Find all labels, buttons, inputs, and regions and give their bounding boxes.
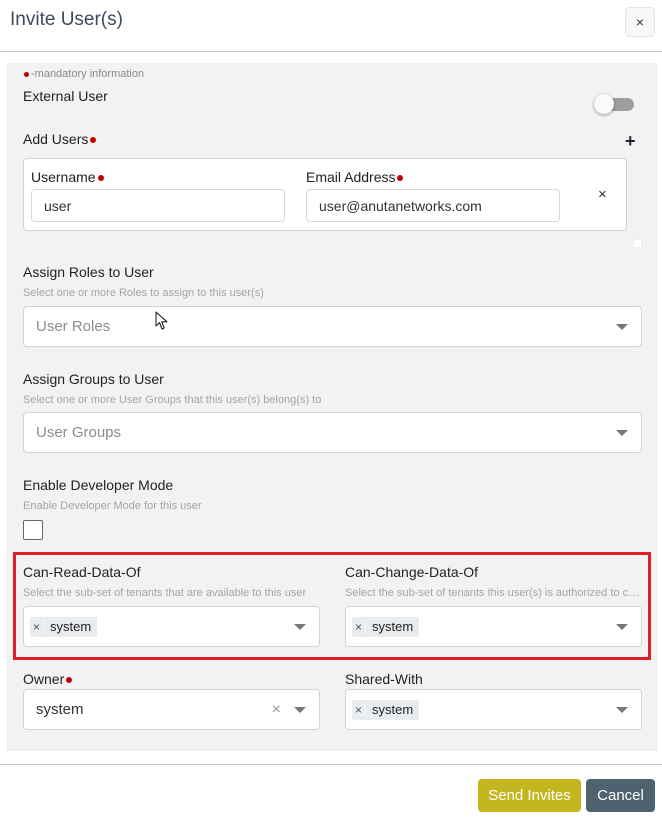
username-input[interactable]: user <box>31 189 285 222</box>
chevron-down-icon <box>616 323 628 330</box>
roles-select[interactable]: User Roles <box>23 306 642 347</box>
close-button[interactable]: × <box>625 7 655 37</box>
external-user-toggle[interactable] <box>594 94 634 114</box>
can-read-select[interactable]: × system <box>23 606 320 647</box>
chevron-down-icon <box>616 429 628 436</box>
roles-label: Assign Roles to User <box>23 264 154 280</box>
groups-select[interactable]: User Groups <box>23 412 642 453</box>
clear-icon[interactable]: × <box>272 701 281 719</box>
developer-mode-checkbox[interactable] <box>23 520 43 540</box>
required-indicator-icon <box>90 137 97 144</box>
can-read-label: Can-Read-Data-Of <box>23 564 141 580</box>
email-input[interactable]: user@anutanetworks.com <box>306 189 560 222</box>
resize-handle <box>633 239 642 248</box>
close-icon: × <box>635 14 645 30</box>
cancel-button[interactable]: Cancel <box>586 779 655 812</box>
mouse-cursor-icon <box>155 311 168 330</box>
plus-icon[interactable]: + <box>625 132 636 150</box>
owner-label: Owner <box>23 671 73 687</box>
shared-with-select[interactable]: × system <box>345 689 642 730</box>
tag-remove-icon[interactable]: × <box>352 702 366 717</box>
groups-label: Assign Groups to User <box>23 371 164 387</box>
remove-user-icon[interactable]: × <box>598 186 607 203</box>
required-indicator-icon <box>397 175 404 182</box>
email-label: Email Address <box>306 169 404 185</box>
can-change-label: Can-Change-Data-Of <box>345 564 479 580</box>
required-indicator-icon <box>66 677 73 684</box>
send-invites-button[interactable]: Send Invites <box>478 779 581 812</box>
roles-help: Select one or more Roles to assign to th… <box>23 287 264 299</box>
developer-mode-help: Enable Developer Mode for this user <box>23 500 202 512</box>
footer-divider <box>0 764 662 765</box>
shared-with-label: Shared-With <box>345 671 423 687</box>
toggle-knob <box>594 94 614 114</box>
tag-chip: × system <box>30 616 98 637</box>
external-user-label: External User <box>23 88 108 104</box>
username-label: Username <box>31 169 104 185</box>
chevron-down-icon <box>616 623 628 630</box>
can-read-help: Select the sub-set of tenants that are a… <box>23 587 307 599</box>
groups-help: Select one or more User Groups that this… <box>23 394 322 406</box>
chevron-down-icon <box>294 623 306 630</box>
chevron-down-icon <box>294 706 306 713</box>
required-indicator-icon <box>97 175 104 182</box>
tag-chip: × system <box>352 616 420 637</box>
tag-remove-icon[interactable]: × <box>30 619 44 634</box>
can-change-select[interactable]: × system <box>345 606 642 647</box>
required-indicator-icon <box>24 71 29 77</box>
header-divider <box>0 51 662 52</box>
can-change-help: Select the sub-set of tenants this user(… <box>345 587 640 599</box>
developer-mode-label: Enable Developer Mode <box>23 477 174 493</box>
tag-chip: × system <box>352 699 420 720</box>
tag-remove-icon[interactable]: × <box>352 619 366 634</box>
chevron-down-icon <box>616 706 628 713</box>
mandatory-note: -mandatory information <box>24 68 144 80</box>
add-users-label: Add Users <box>23 131 97 147</box>
modal-title: Invite User(s) <box>10 9 123 30</box>
owner-select[interactable]: system × <box>23 689 320 730</box>
